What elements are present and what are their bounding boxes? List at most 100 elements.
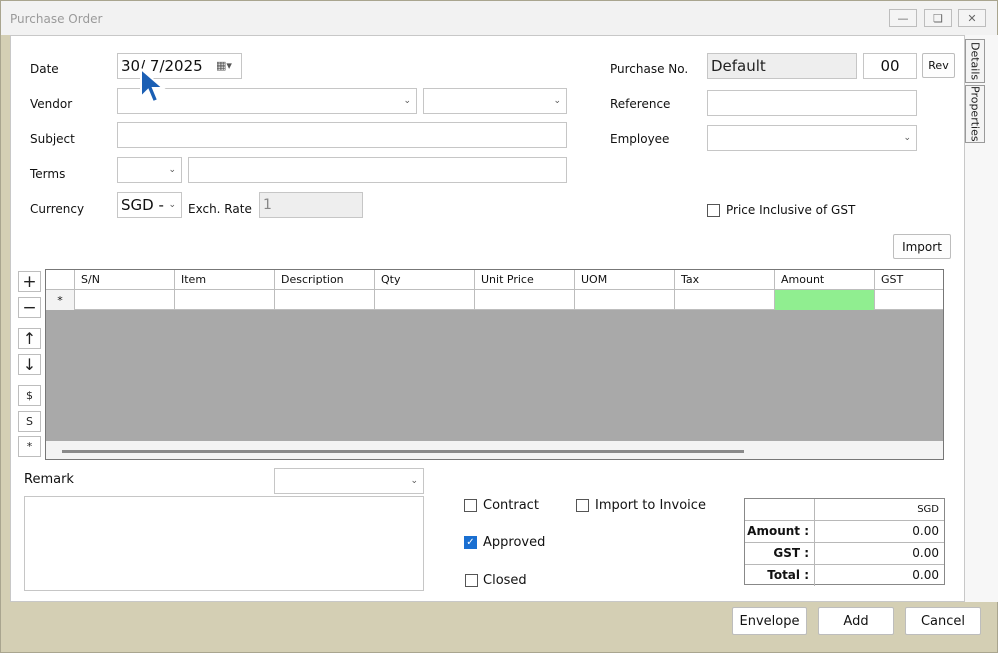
cell-amount[interactable] bbox=[775, 290, 875, 310]
totals-currency: SGD bbox=[917, 504, 939, 515]
cell-sn[interactable] bbox=[75, 290, 175, 310]
employee-select[interactable]: ⌄ bbox=[707, 125, 917, 151]
close-icon: ✕ bbox=[967, 11, 977, 25]
column-header-tax[interactable]: Tax bbox=[675, 270, 775, 290]
subject-input[interactable] bbox=[117, 122, 567, 148]
terms-select[interactable]: ⌄ bbox=[117, 157, 182, 183]
contract-checkbox[interactable] bbox=[464, 499, 477, 512]
remove-row-button[interactable]: − bbox=[18, 297, 41, 318]
employee-label: Employee bbox=[610, 132, 670, 146]
totals-header-blank bbox=[745, 499, 815, 520]
contract-label: Contract bbox=[483, 498, 539, 513]
currency-value: SGD - bbox=[121, 196, 164, 214]
amount-row: Amount : 0.00 bbox=[745, 521, 944, 543]
line-items-grid[interactable]: S/N Item Description Qty Unit Price UOM … bbox=[45, 269, 944, 460]
grid-header: S/N Item Description Qty Unit Price UOM … bbox=[46, 270, 943, 290]
restore-button[interactable]: ❏ bbox=[924, 9, 952, 27]
reference-input[interactable] bbox=[707, 90, 917, 116]
subtotal-button[interactable]: S bbox=[18, 411, 41, 432]
column-header-unit-price[interactable]: Unit Price bbox=[475, 270, 575, 290]
envelope-button[interactable]: Envelope bbox=[732, 607, 807, 635]
import-button[interactable]: Import bbox=[893, 234, 951, 259]
chevron-down-icon: ⌄ bbox=[553, 96, 561, 106]
cell-gst[interactable] bbox=[875, 290, 943, 310]
remark-template-select[interactable]: ⌄ bbox=[274, 468, 424, 494]
date-label: Date bbox=[30, 62, 59, 76]
closed-checkbox[interactable] bbox=[465, 574, 478, 587]
total-value: 0.00 bbox=[912, 568, 939, 582]
tab-details[interactable]: Details bbox=[965, 39, 985, 83]
approved-checkbox[interactable]: ✓ bbox=[464, 536, 477, 549]
column-header-qty[interactable]: Qty bbox=[375, 270, 475, 290]
arrow-down-icon: ↓ bbox=[22, 355, 37, 374]
closed-label: Closed bbox=[483, 573, 527, 588]
move-up-button[interactable]: ↑ bbox=[18, 328, 41, 349]
currency-label: Currency bbox=[30, 202, 85, 216]
tab-properties[interactable]: Properties bbox=[965, 85, 985, 143]
totals-header-row: SGD bbox=[745, 499, 944, 521]
scrollbar-thumb[interactable] bbox=[62, 450, 744, 453]
totals-table: SGD Amount : 0.00 GST : 0.00 Total : 0.0… bbox=[744, 498, 945, 586]
gst-row: GST : 0.00 bbox=[745, 543, 944, 565]
column-header-item[interactable]: Item bbox=[175, 270, 275, 290]
import-to-invoice-checkbox[interactable] bbox=[576, 499, 589, 512]
terms-label: Terms bbox=[30, 167, 66, 181]
cell-unit-price[interactable] bbox=[475, 290, 575, 310]
subtotal-icon: S bbox=[26, 415, 33, 428]
table-row[interactable]: * bbox=[46, 290, 943, 310]
column-header-description[interactable]: Description bbox=[275, 270, 375, 290]
column-header-sn[interactable]: S/N bbox=[75, 270, 175, 290]
chevron-down-icon: ⌄ bbox=[168, 200, 176, 210]
exch-rate-input[interactable]: 1 bbox=[259, 192, 363, 218]
column-header-gst[interactable]: GST bbox=[875, 270, 943, 290]
cell-qty[interactable] bbox=[375, 290, 475, 310]
chevron-down-icon: ⌄ bbox=[903, 133, 911, 143]
check-icon: ✓ bbox=[466, 537, 475, 548]
move-down-button[interactable]: ↓ bbox=[18, 354, 41, 375]
vendor-secondary-select[interactable]: ⌄ bbox=[423, 88, 567, 114]
subject-label: Subject bbox=[30, 132, 75, 146]
chevron-down-icon: ⌄ bbox=[410, 476, 418, 486]
purchase-no-suffix: 00 bbox=[880, 57, 900, 75]
tab-properties-label: Properties bbox=[968, 86, 982, 142]
calendar-icon[interactable]: ▦▾ bbox=[216, 59, 232, 72]
cell-tax[interactable] bbox=[675, 290, 775, 310]
total-label: Total : bbox=[745, 565, 815, 586]
cell-uom[interactable] bbox=[575, 290, 675, 310]
price-inclusive-checkbox[interactable] bbox=[707, 204, 720, 217]
chevron-down-icon: ⌄ bbox=[168, 165, 176, 175]
cell-description[interactable] bbox=[275, 290, 375, 310]
rev-button[interactable]: Rev bbox=[922, 53, 955, 78]
chevron-down-icon: ⌄ bbox=[403, 96, 411, 106]
vendor-label: Vendor bbox=[30, 97, 73, 111]
minimize-button[interactable]: — bbox=[889, 9, 917, 27]
tab-details-label: Details bbox=[968, 41, 982, 81]
mouse-cursor-icon bbox=[140, 67, 166, 104]
add-row-button[interactable]: + bbox=[18, 271, 41, 292]
purchase-no-suffix-input[interactable]: 00 bbox=[863, 53, 917, 79]
amount-value: 0.00 bbox=[912, 524, 939, 538]
minimize-icon: — bbox=[897, 11, 909, 25]
special-row-button[interactable]: * bbox=[18, 436, 41, 457]
price-button[interactable]: $ bbox=[18, 385, 41, 406]
date-picker[interactable]: 30/ 7/2025 ▦▾ bbox=[117, 53, 242, 79]
cell-item[interactable] bbox=[175, 290, 275, 310]
asterisk-icon: * bbox=[26, 440, 33, 453]
column-header-amount[interactable]: Amount bbox=[775, 270, 875, 290]
terms-description-input[interactable] bbox=[188, 157, 567, 183]
restore-icon: ❏ bbox=[933, 11, 943, 25]
minus-icon: − bbox=[22, 297, 37, 318]
column-header-uom[interactable]: UOM bbox=[575, 270, 675, 290]
cancel-button[interactable]: Cancel bbox=[905, 607, 981, 635]
currency-select[interactable]: SGD - ⌄ bbox=[117, 192, 182, 218]
import-to-invoice-label: Import to Invoice bbox=[595, 498, 706, 513]
arrow-up-icon: ↑ bbox=[22, 329, 37, 348]
gst-label: GST : bbox=[745, 543, 815, 564]
horizontal-scrollbar[interactable] bbox=[46, 441, 943, 459]
close-button[interactable]: ✕ bbox=[958, 9, 986, 27]
row-header-corner bbox=[46, 270, 75, 290]
add-button[interactable]: Add bbox=[818, 607, 894, 635]
dollar-icon: $ bbox=[26, 389, 33, 402]
remark-textarea[interactable] bbox=[24, 496, 424, 591]
purchase-no-input[interactable]: Default bbox=[707, 53, 857, 79]
